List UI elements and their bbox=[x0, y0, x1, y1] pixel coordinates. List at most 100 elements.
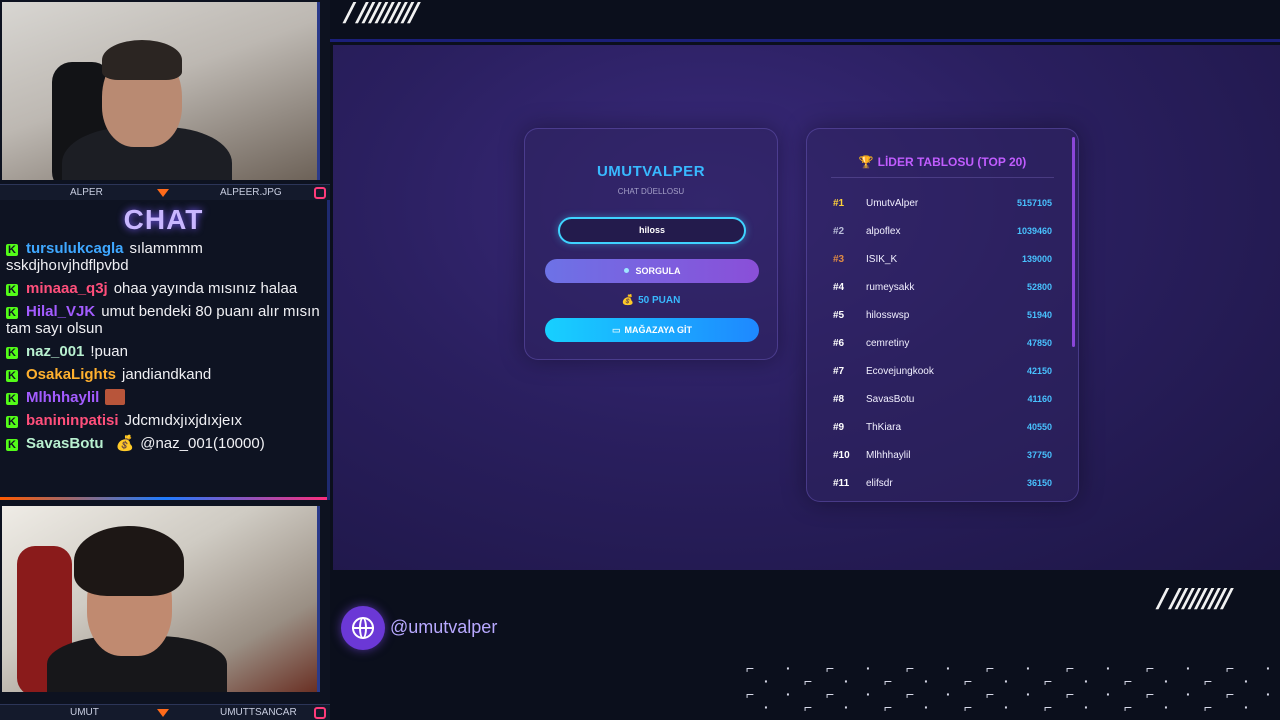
duel-title: UMUTVALPER bbox=[596, 163, 706, 180]
leaderboard-divider bbox=[831, 177, 1054, 178]
pattern-mark: ⌐ bbox=[986, 686, 995, 702]
player-name: alpoflex bbox=[866, 226, 901, 237]
kick-badge-icon: K bbox=[6, 439, 18, 451]
webcam-video bbox=[2, 506, 320, 692]
leaderboard-row: #4 rumeysakk 52800 bbox=[827, 275, 1052, 303]
pattern-mark: ⌐ bbox=[1044, 699, 1053, 715]
chat-text: !puan bbox=[90, 343, 128, 360]
leaderboard-row: #2 alpoflex 1039460 bbox=[827, 219, 1052, 247]
rank: #10 bbox=[833, 450, 850, 461]
pattern-mark: ⌐ bbox=[986, 660, 995, 676]
chat-panel: CHAT Ktursulukcagla sılammmm sskdjhoıvjhd… bbox=[0, 200, 330, 500]
rank: #11 bbox=[833, 478, 850, 489]
player-score: 51940 bbox=[1026, 310, 1052, 320]
player-score: 36150 bbox=[1026, 478, 1052, 488]
player-score: 37750 bbox=[1026, 450, 1052, 460]
pattern-mark: · bbox=[764, 699, 769, 715]
pattern-mark: · bbox=[844, 699, 849, 715]
player-score: 40550 bbox=[1026, 422, 1052, 432]
player-score: 42150 bbox=[1026, 366, 1052, 376]
pattern-mark: · bbox=[1266, 660, 1271, 676]
streamer-name: UMUT bbox=[70, 707, 99, 718]
username-input[interactable]: hiloss bbox=[558, 217, 746, 244]
kick-badge-icon: K bbox=[6, 307, 18, 319]
player-score: 1039460 bbox=[1016, 226, 1052, 236]
pattern-mark: · bbox=[1186, 660, 1191, 676]
pattern-mark: ⌐ bbox=[1204, 699, 1213, 715]
pattern-mark: ⌐ bbox=[1146, 660, 1155, 676]
kick-badge-icon: K bbox=[6, 393, 18, 405]
instagram-icon bbox=[314, 186, 326, 199]
store-button[interactable]: ▭ MAĞAZAYA GİT bbox=[545, 318, 759, 342]
pattern-mark: · bbox=[924, 673, 929, 689]
streamer-name: ALPER bbox=[70, 187, 103, 198]
pattern-mark: · bbox=[1026, 660, 1031, 676]
leaderboard-row: #10 Mlhhhaylil 37750 bbox=[827, 443, 1052, 471]
pattern-mark: ⌐ bbox=[884, 699, 893, 715]
pattern-mark: · bbox=[1084, 673, 1089, 689]
webcam-nameplate: ALPER ALPEER.JPG bbox=[0, 184, 330, 200]
chat-username[interactable]: tursulukcagla bbox=[26, 240, 124, 257]
triangle-icon bbox=[157, 708, 169, 717]
trophy-icon: 🏆 bbox=[858, 155, 874, 169]
pattern-mark: ⌐ bbox=[906, 660, 915, 676]
chat-username[interactable]: SavasBotu bbox=[26, 435, 104, 452]
dot-pattern-decoration: ⌐ · ⌐ · ⌐ · ⌐ · ⌐ · ⌐ · ⌐ · · ⌐ · ⌐ · ⌐ · ⌐ · ⌐ · ⌐ · ⌐ ⌐ · ⌐ · ⌐ · ⌐ · ⌐ · ⌐ ·… bbox=[740, 660, 1280, 720]
chat-username[interactable]: Mlhhhaylil bbox=[26, 389, 99, 406]
pattern-mark: · bbox=[1186, 686, 1191, 702]
player-name: rumeysakk bbox=[866, 282, 915, 293]
pattern-mark: · bbox=[764, 673, 769, 689]
pattern-mark: ⌐ bbox=[906, 686, 915, 702]
webcam-nameplate: UMUT UMUTTSANCAR bbox=[0, 704, 330, 720]
instagram-handle: UMUTTSANCAR bbox=[220, 707, 297, 718]
rank: #2 bbox=[833, 226, 845, 237]
leaderboard-row: #5 hilosswsp 51940 bbox=[827, 303, 1052, 331]
pattern-mark: · bbox=[1084, 699, 1089, 715]
pattern-mark: ⌐ bbox=[746, 660, 755, 676]
overlay-top-stripe bbox=[330, 0, 1280, 42]
pattern-mark: · bbox=[786, 660, 791, 676]
pattern-mark: ⌐ bbox=[964, 699, 973, 715]
points-value: 50 PUAN bbox=[638, 295, 681, 306]
chat-message: Kminaaa_q3j ohaa yayında mısınız halaa bbox=[6, 280, 321, 297]
pattern-mark: ⌐ bbox=[1066, 660, 1075, 676]
leaderboard-row: #3 ISIK_K 139000 bbox=[827, 247, 1052, 275]
chat-username[interactable]: banininpatisi bbox=[26, 412, 119, 429]
chat-username[interactable]: Hilal_VJK bbox=[26, 303, 95, 320]
chat-username[interactable]: naz_001 bbox=[26, 343, 84, 360]
slashes-decoration: / ///////// bbox=[345, 0, 419, 28]
pattern-mark: ⌐ bbox=[1226, 686, 1235, 702]
player-name: elifsdr bbox=[866, 478, 893, 489]
rank: #9 bbox=[833, 422, 845, 433]
pattern-mark: ⌐ bbox=[804, 699, 813, 715]
webcam-alper: ALPER ALPEER.JPG bbox=[0, 0, 330, 200]
pattern-mark: · bbox=[866, 660, 871, 676]
chat-message: K Hilal_VJK umut bendeki 80 puanı alır mıs… bbox=[6, 303, 321, 337]
leaderboard-row: #6 cemretiny 47850 bbox=[827, 331, 1052, 359]
query-button-label: SORGULA bbox=[635, 266, 681, 276]
player-name: Mlhhhaylil bbox=[866, 450, 911, 461]
pattern-mark: ⌐ bbox=[1146, 686, 1155, 702]
pattern-mark: · bbox=[866, 686, 871, 702]
player-name: hilosswsp bbox=[866, 310, 910, 321]
chat-text: jandiandkand bbox=[122, 366, 212, 383]
leaderboard-row: #1 UmutvAlper 5157105 bbox=[827, 191, 1052, 219]
pattern-mark: · bbox=[946, 660, 951, 676]
pattern-mark: ⌐ bbox=[1124, 673, 1133, 689]
pattern-mark: ⌐ bbox=[884, 673, 893, 689]
chat-username[interactable]: OsakaLights bbox=[26, 366, 116, 383]
chat-message: K OsakaLights jandiandkand bbox=[6, 366, 321, 383]
pattern-mark: ⌐ bbox=[964, 673, 973, 689]
chat-duel-card: UMUTVALPER CHAT DÜELLOSU hiloss SORGULA … bbox=[524, 128, 778, 360]
leaderboard-row: #8 SavasBotu 41160 bbox=[827, 387, 1052, 415]
rank: #1 bbox=[833, 198, 845, 209]
pattern-mark: · bbox=[844, 673, 849, 689]
query-button[interactable]: SORGULA bbox=[545, 259, 759, 283]
chat-username[interactable]: minaaa_q3j bbox=[26, 280, 108, 297]
pattern-mark: · bbox=[786, 686, 791, 702]
kick-badge-icon: K bbox=[6, 370, 18, 382]
emote-icon bbox=[105, 389, 126, 405]
points-display: 💰 50 PUAN bbox=[525, 295, 777, 306]
player-name: UmutvAlper bbox=[866, 198, 919, 209]
pattern-mark: · bbox=[1026, 686, 1031, 702]
